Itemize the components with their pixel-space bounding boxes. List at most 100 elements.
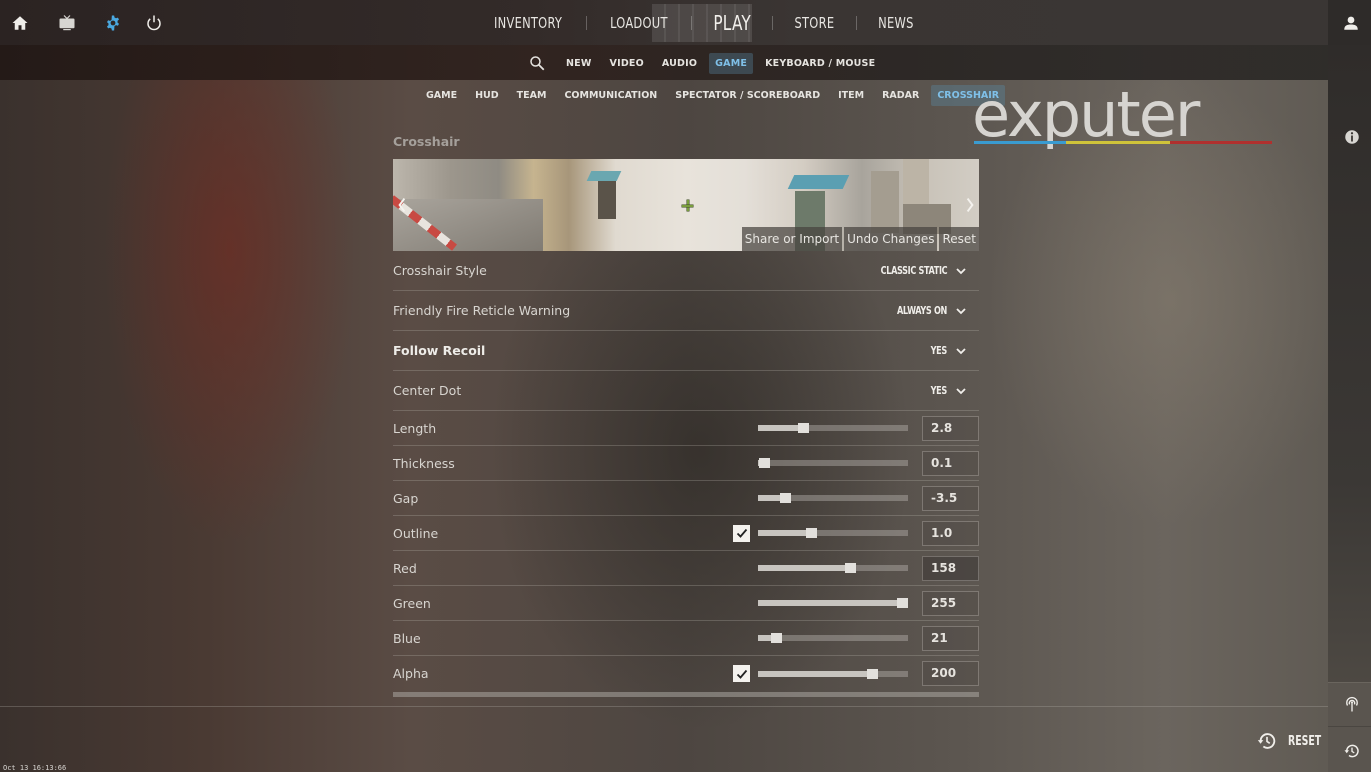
nav-inventory[interactable]: INVENTORY [479, 14, 578, 32]
slider-thumb[interactable] [759, 458, 770, 468]
dropdown-value: ALWAYS ON [896, 304, 947, 317]
slider-fill [758, 565, 850, 571]
tab-game[interactable]: GAME [709, 52, 754, 74]
nav-store[interactable]: STORE [779, 14, 849, 32]
setting-label: Outline [393, 525, 439, 541]
dropdown-value: YES [930, 344, 948, 357]
horizontal-scrollbar[interactable] [393, 692, 979, 697]
setting-red: Red 158 [393, 551, 979, 586]
setting-outline: Outline 1.0 [393, 516, 979, 551]
checkmark-icon [736, 528, 747, 538]
gap-slider[interactable] [758, 493, 908, 503]
slider-fill [758, 425, 803, 431]
profile-icon[interactable] [1339, 11, 1363, 35]
friendly-fire-warning-dropdown[interactable]: ALWAYS ON [886, 304, 967, 317]
dropdown-value: CLASSIC STATIC [880, 264, 947, 277]
slider-thumb[interactable] [897, 598, 908, 608]
chevron-down-icon [956, 387, 966, 394]
side-rail [1328, 45, 1371, 772]
game-sub-tabs: GAME HUD TEAM COMMUNICATION SPECTATOR / … [420, 84, 1011, 106]
reset-preview-button[interactable]: Reset [939, 227, 979, 251]
dropdown-value: YES [930, 384, 948, 397]
slider-thumb[interactable] [805, 528, 817, 538]
setting-label: Length [393, 420, 437, 436]
slider-thumb[interactable] [867, 668, 878, 679]
gap-input[interactable]: -3.5 [922, 485, 979, 511]
blue-input[interactable]: 21 [922, 625, 979, 651]
setting-alpha: Alpha 200 [393, 656, 979, 691]
alpha-checkbox[interactable] [733, 665, 750, 682]
slider-thumb[interactable] [844, 563, 856, 573]
info-icon[interactable] [1340, 125, 1364, 149]
chevron-down-icon [956, 307, 966, 314]
nav-play[interactable]: PLAY [698, 11, 766, 35]
setting-label: Follow Recoil [393, 343, 486, 358]
outline-input[interactable]: 1.0 [922, 520, 979, 546]
nav-loadout[interactable]: LOADOUT [595, 14, 683, 32]
setting-label: Crosshair Style [393, 263, 487, 278]
preview-scene [787, 175, 850, 189]
exputer-logo: exputer [972, 82, 1272, 151]
history-icon[interactable] [1340, 739, 1364, 763]
alpha-slider[interactable] [758, 668, 908, 679]
subtab-communication[interactable]: COMMUNICATION [558, 85, 663, 106]
outline-checkbox[interactable] [733, 524, 750, 542]
follow-recoil-dropdown[interactable]: YES [927, 344, 967, 357]
chevron-left-icon[interactable] [393, 195, 411, 215]
slider-thumb[interactable] [798, 423, 809, 433]
green-slider[interactable] [758, 598, 908, 608]
alpha-input[interactable]: 200 [922, 661, 979, 686]
setting-label: Gap [393, 490, 419, 506]
setting-gap: Gap -3.5 [393, 481, 979, 516]
search-icon[interactable] [528, 54, 546, 72]
tv-icon[interactable] [55, 11, 79, 35]
logo-text: exputer [972, 82, 1201, 151]
share-or-import-button[interactable]: Share or Import [741, 227, 843, 251]
tab-keyboard-mouse[interactable]: KEYBOARD / MOUSE [759, 53, 881, 74]
subtab-team[interactable]: TEAM [511, 85, 553, 106]
slider-fill [758, 530, 811, 536]
slider-thumb[interactable] [780, 493, 791, 503]
side-rail-divider [1328, 726, 1371, 727]
slider-thumb[interactable] [771, 633, 782, 643]
thickness-slider[interactable] [758, 458, 908, 468]
subtab-item[interactable]: ITEM [832, 85, 870, 106]
reset-button[interactable]: RESET [1256, 730, 1329, 752]
timestamp: Oct 13 16:13:66 [3, 764, 67, 772]
tab-video[interactable]: VIDEO [604, 53, 650, 74]
subtab-radar[interactable]: RADAR [876, 85, 925, 106]
length-slider[interactable] [758, 423, 908, 433]
reset-label: RESET [1288, 733, 1322, 749]
subtab-game[interactable]: GAME [420, 85, 463, 106]
chevron-right-icon[interactable] [961, 195, 979, 215]
center-dot-dropdown[interactable]: YES [927, 384, 967, 397]
checkmark-icon [736, 669, 747, 679]
setting-label: Alpha [393, 666, 429, 681]
tab-audio[interactable]: AUDIO [656, 53, 703, 74]
crosshair-style-dropdown[interactable]: CLASSIC STATIC [866, 264, 967, 277]
red-input[interactable]: 158 [922, 555, 979, 581]
blue-slider[interactable] [758, 633, 908, 643]
tab-new[interactable]: NEW [560, 53, 598, 74]
green-input[interactable]: 255 [922, 590, 979, 616]
setting-label: Green [393, 595, 431, 611]
red-slider[interactable] [758, 563, 908, 573]
crosshair-preview: Share or Import Undo Changes Reset [393, 159, 979, 251]
crosshair-preview-mark [682, 200, 693, 211]
nav-news[interactable]: NEWS [863, 14, 929, 32]
footer-divider [0, 706, 1328, 707]
outline-slider[interactable] [758, 528, 908, 538]
home-icon[interactable] [8, 11, 32, 35]
subtab-hud[interactable]: HUD [469, 85, 505, 106]
preview-scene [586, 171, 622, 181]
broadcast-icon[interactable] [1340, 692, 1364, 716]
power-icon[interactable] [142, 11, 166, 35]
setting-label: Friendly Fire Reticle Warning [393, 303, 571, 318]
length-input[interactable]: 2.8 [922, 415, 979, 441]
subtab-spectator-scoreboard[interactable]: SPECTATOR / SCOREBOARD [669, 85, 826, 106]
undo-changes-button[interactable]: Undo Changes [844, 227, 938, 251]
thickness-input[interactable]: 0.1 [922, 450, 979, 476]
settings-icon[interactable] [101, 11, 125, 35]
settings-list: Crosshair Style CLASSIC STATIC Friendly … [393, 251, 979, 691]
preview-actions: Share or Import Undo Changes Reset [740, 227, 979, 251]
